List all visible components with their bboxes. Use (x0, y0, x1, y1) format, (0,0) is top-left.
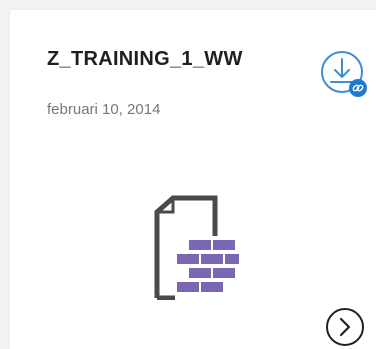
chevron-right-circle-icon (326, 308, 364, 346)
card-title: Z_TRAINING_1_WW (47, 48, 243, 70)
card-date: februari 10, 2014 (47, 101, 161, 118)
document-brick-icon (153, 194, 259, 300)
next-button[interactable] (324, 306, 366, 348)
file-card[interactable]: Z_TRAINING_1_WW februari 10, 2014 (10, 10, 376, 349)
download-link-icon (321, 51, 367, 97)
download-button[interactable] (316, 46, 376, 106)
